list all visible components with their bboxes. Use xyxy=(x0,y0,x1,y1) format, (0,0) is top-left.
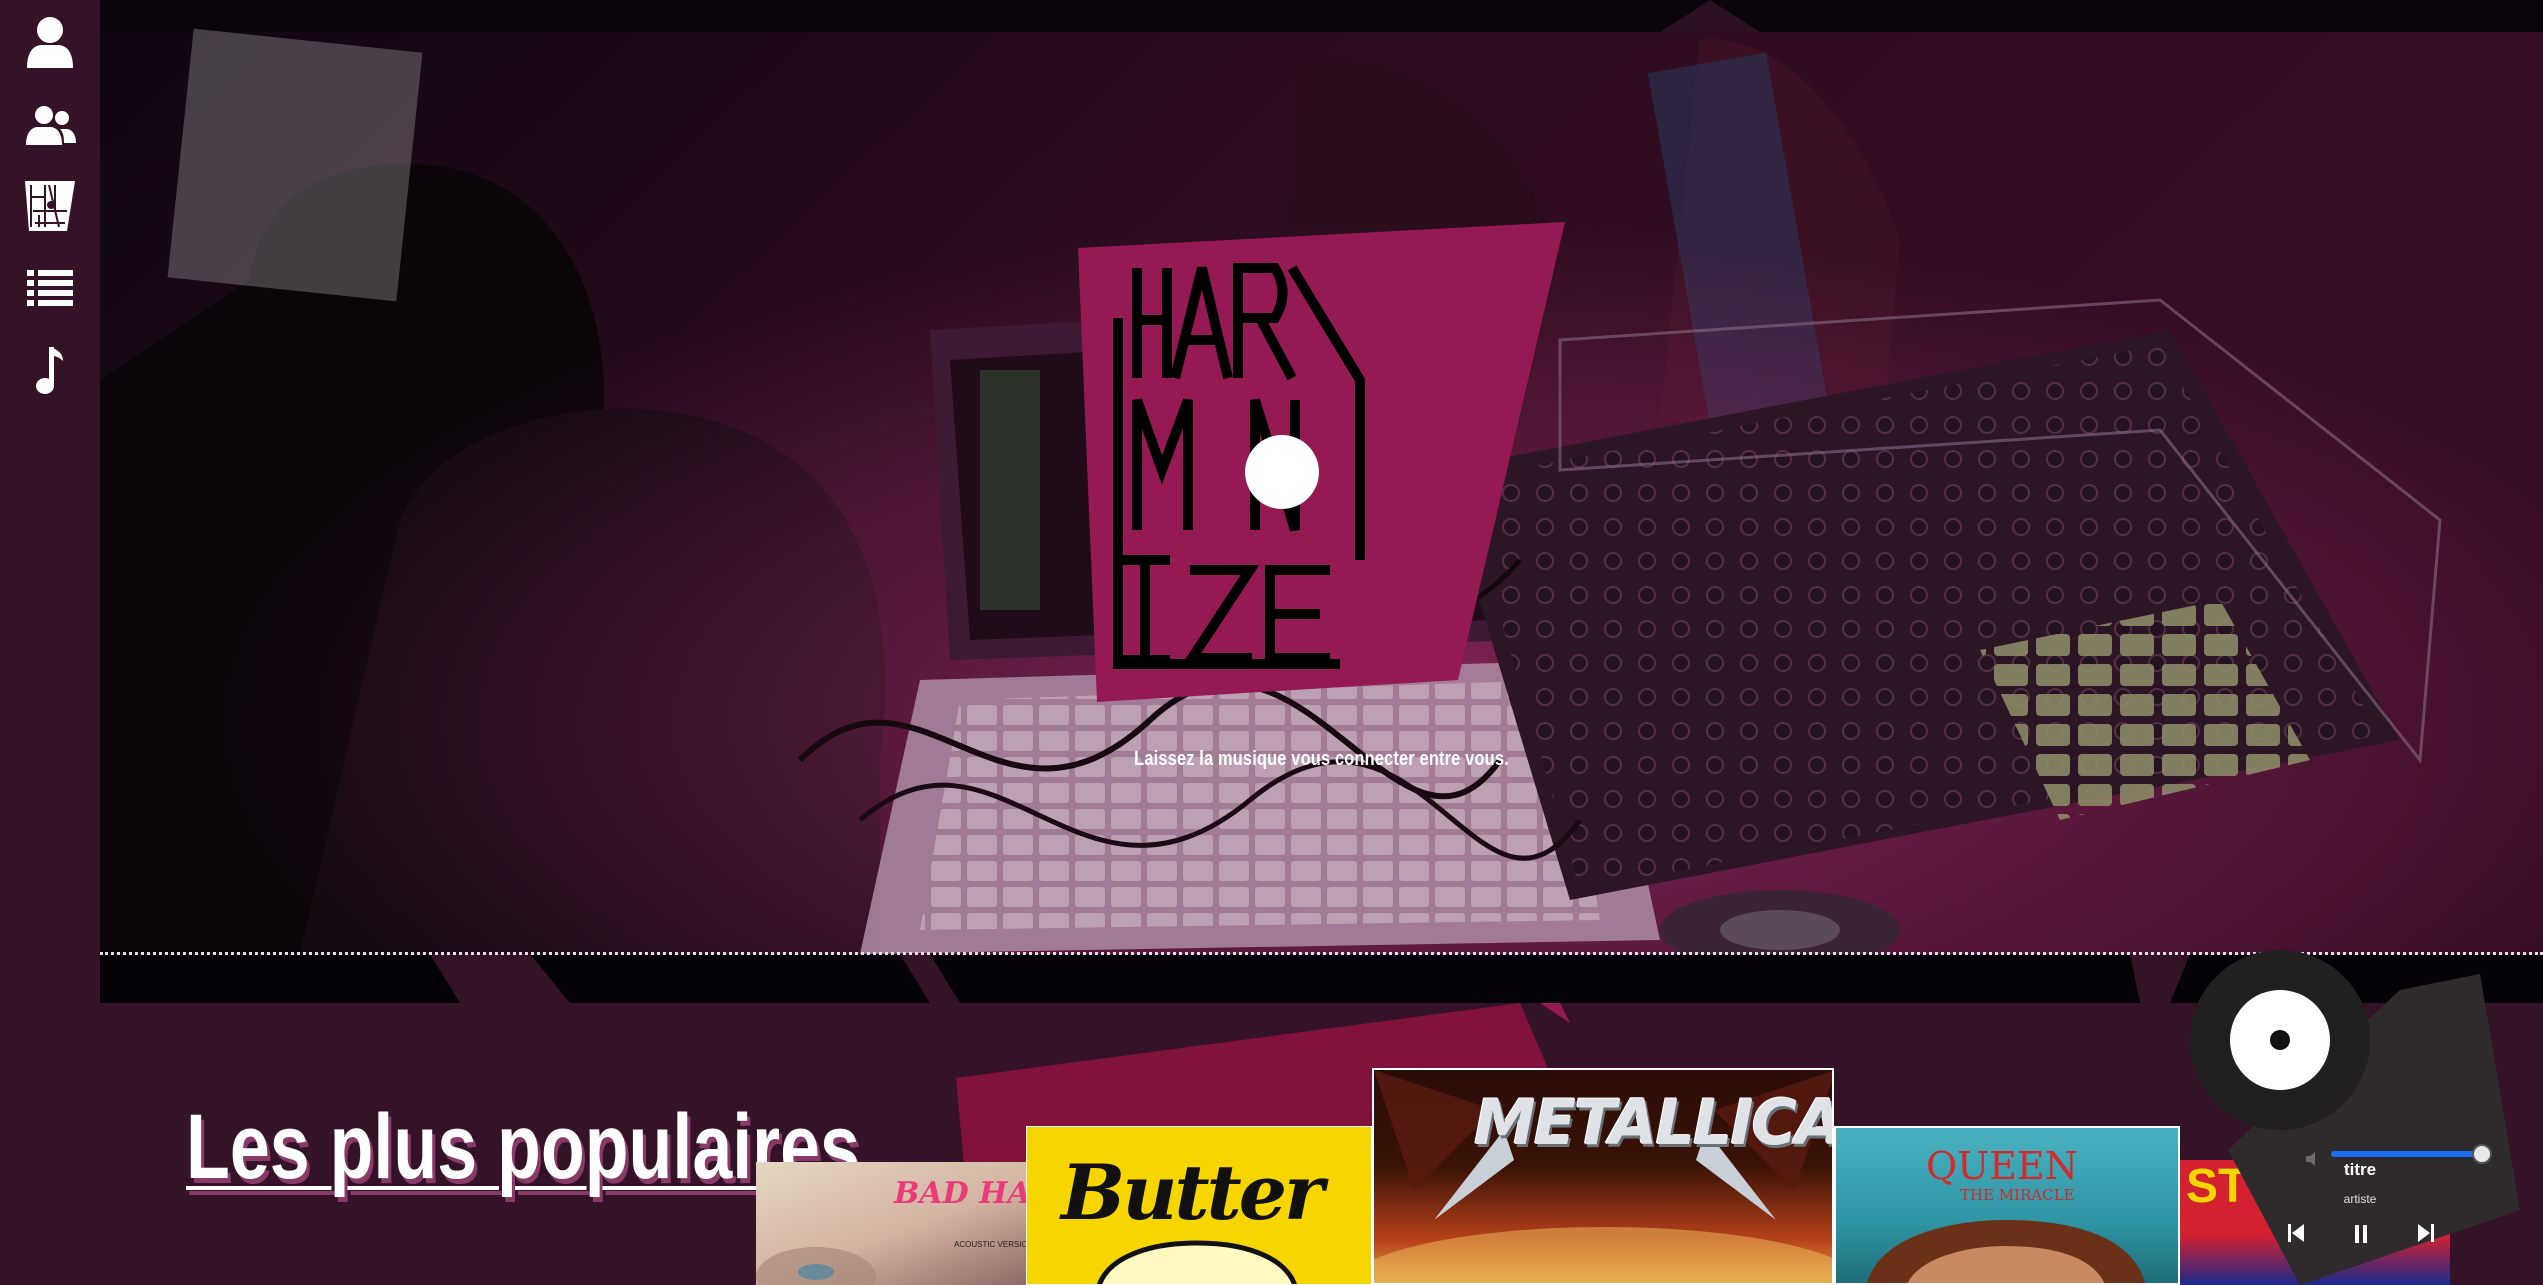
album-card-queen-the-miracle[interactable]: QUEEN THE MIRACLE xyxy=(1834,1126,2180,1285)
album-title: BAD HABITS xyxy=(894,1176,1026,1211)
sidebar-item-friends[interactable] xyxy=(20,95,80,155)
hero-banner: Laissez la musique vous connecter entre … xyxy=(100,0,2543,1003)
album-title: Butter xyxy=(1061,1148,1324,1237)
users-icon xyxy=(26,106,76,145)
track-artist: artiste xyxy=(2343,1192,2377,1206)
previous-icon[interactable] xyxy=(2286,1222,2306,1244)
album-card-metallica[interactable]: METALLICA xyxy=(1372,1068,1834,1285)
hero-background-image xyxy=(100,0,2543,1003)
sidebar-item-music[interactable] xyxy=(20,340,80,400)
sidebar-item-home[interactable] xyxy=(20,176,80,236)
user-icon xyxy=(27,17,73,68)
hero-divider xyxy=(100,952,2543,955)
next-icon[interactable] xyxy=(2416,1222,2436,1244)
album-cover-art xyxy=(1867,1220,2145,1283)
album-cover-art xyxy=(1097,1240,1297,1284)
album-card-butter[interactable]: Butter xyxy=(1026,1126,1372,1285)
sidebar-item-playlists[interactable] xyxy=(20,258,80,318)
music-note-icon xyxy=(36,347,63,394)
sidebar-item-profile[interactable] xyxy=(20,12,80,72)
hero-tagline: Laissez la musique vous connecter entre … xyxy=(1134,748,1509,770)
vinyl-disc-icon xyxy=(2190,950,2370,1130)
album-card-bad-habits[interactable]: BAD HABITS ACOUSTIC VERSION xyxy=(756,1162,1026,1285)
album-subtitle: ACOUSTIC VERSION xyxy=(954,1240,1026,1249)
album-title: METALLICA xyxy=(1474,1086,1834,1159)
sidebar-nav xyxy=(0,0,100,1285)
harmonize-logo-icon xyxy=(25,181,75,231)
pause-icon[interactable] xyxy=(2353,1224,2369,1244)
list-icon xyxy=(27,270,73,306)
track-title: titre xyxy=(2343,1160,2377,1179)
